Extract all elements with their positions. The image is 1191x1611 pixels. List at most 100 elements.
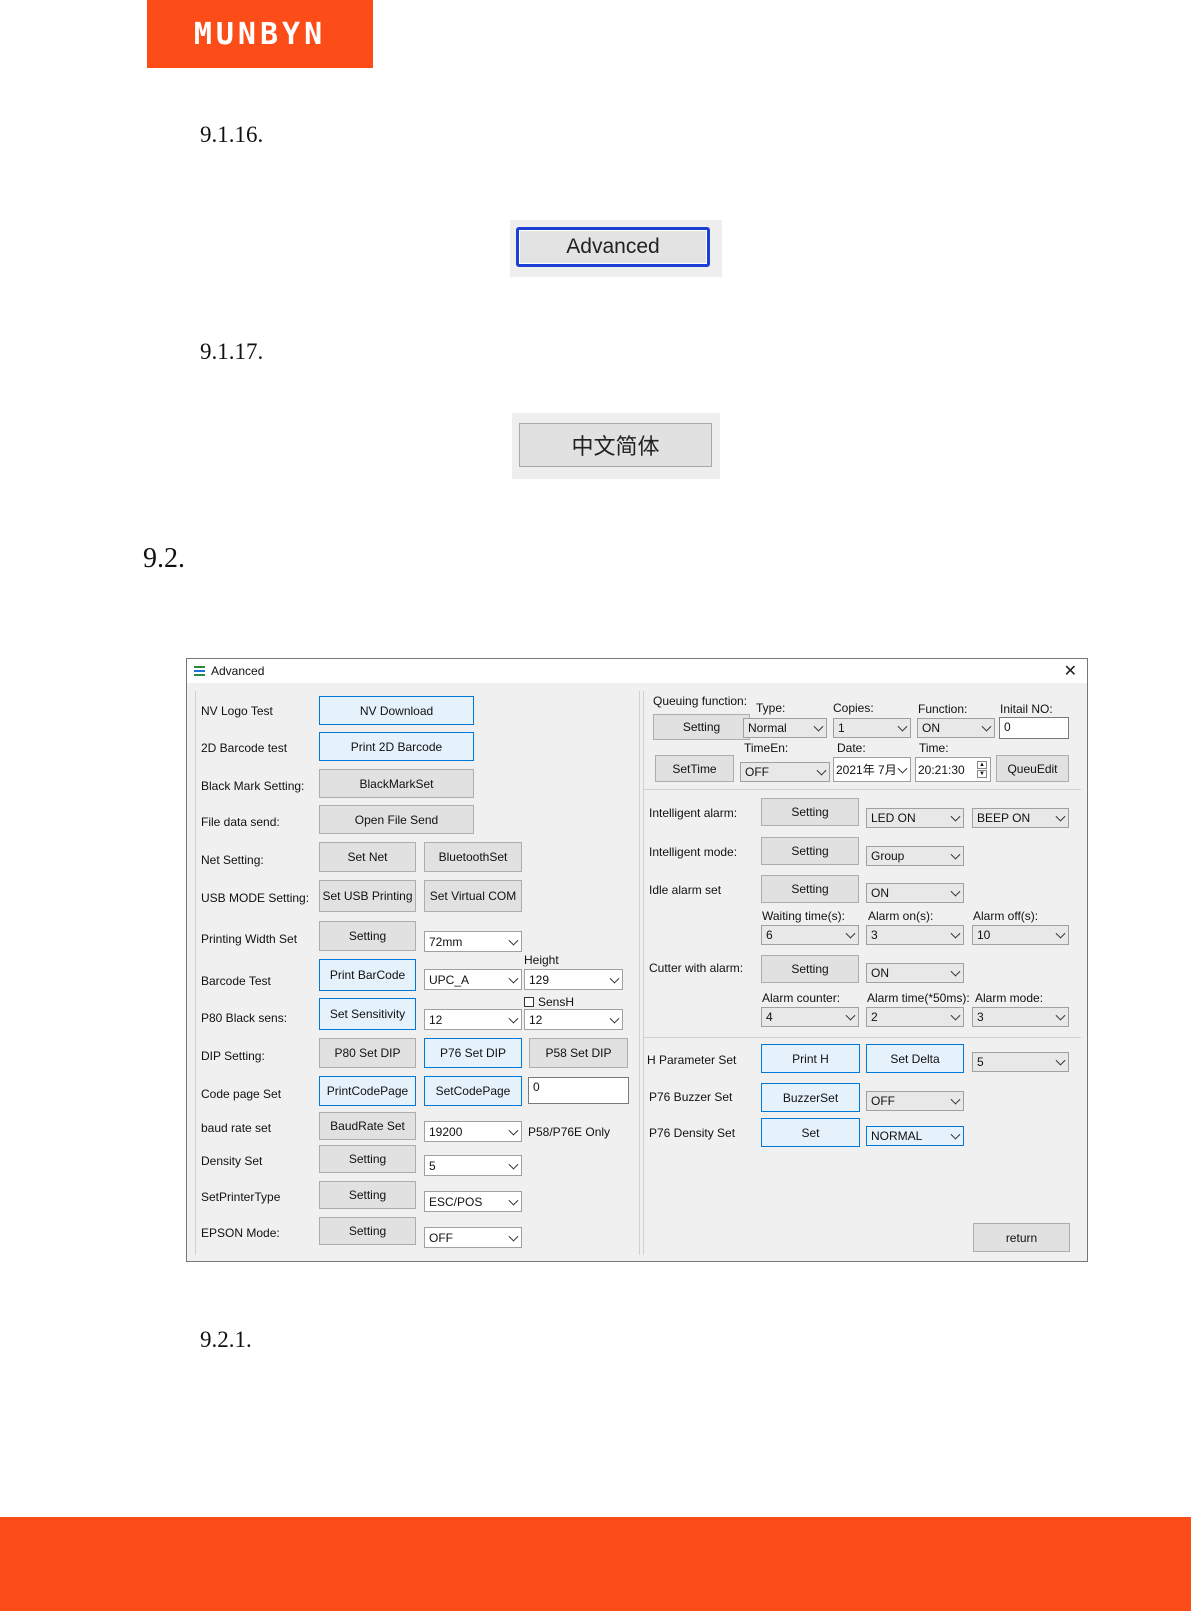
waiting-time-select[interactable]: 6 — [761, 925, 859, 945]
queu-edit-button[interactable]: QueuEdit — [996, 755, 1069, 782]
open-file-send-button[interactable]: Open File Send — [319, 805, 474, 834]
time-label: Time: — [919, 741, 949, 755]
nv-download-button[interactable]: NV Download — [319, 696, 474, 725]
p76-set-dip-button[interactable]: P76 Set DIP — [424, 1038, 522, 1068]
p76-density-set-button[interactable]: Set — [761, 1118, 860, 1147]
buzzer-select[interactable]: OFF — [866, 1091, 964, 1111]
chevron-down-icon — [1055, 1055, 1066, 1066]
alarm-off-select[interactable]: 10 — [972, 925, 1069, 945]
barcode-type-select[interactable]: UPC_A — [424, 969, 522, 990]
sensh-label: SensH — [538, 995, 575, 1009]
epson-setting-button[interactable]: Setting — [319, 1217, 416, 1245]
chevron-down-icon — [508, 1125, 519, 1136]
chinese-simplified-button[interactable]: 中文简体 — [519, 423, 712, 467]
copies-select[interactable]: 1 — [833, 718, 911, 738]
print-2d-barcode-button[interactable]: Print 2D Barcode — [319, 732, 474, 761]
idle-alarm-setting-button[interactable]: Setting — [761, 875, 859, 903]
chinese-button-screenshot: 中文简体 — [512, 413, 720, 479]
density-select[interactable]: 5 — [424, 1155, 522, 1176]
alarm-time-value: 2 — [871, 1010, 878, 1024]
baud-rate-value: 19200 — [429, 1124, 463, 1139]
time-en-select[interactable]: OFF — [740, 762, 830, 782]
cutter-setting-button[interactable]: Setting — [761, 955, 859, 983]
alarm-mode-select[interactable]: 3 — [972, 1007, 1069, 1027]
function-select[interactable]: ON — [917, 718, 995, 738]
led-select[interactable]: LED ON — [866, 808, 964, 828]
alarm-time-select[interactable]: 2 — [866, 1007, 964, 1027]
sensh-select[interactable]: 12 — [524, 1009, 623, 1030]
chevron-down-icon — [950, 966, 961, 977]
set-virtual-com-button[interactable]: Set Virtual COM — [424, 880, 522, 912]
chevron-down-icon — [1055, 1010, 1066, 1021]
black-mark-set-button[interactable]: BlackMarkSet — [319, 769, 474, 798]
copies-label: Copies: — [833, 701, 874, 715]
print-h-button[interactable]: Print H — [761, 1044, 860, 1073]
chevron-down-icon — [508, 935, 519, 946]
idle-select[interactable]: ON — [866, 883, 964, 903]
advanced-button[interactable]: Advanced — [516, 227, 710, 267]
advanced-button-screenshot: Advanced — [510, 220, 722, 277]
queuing-setting-button[interactable]: Setting — [653, 714, 750, 740]
set-usb-printing-button[interactable]: Set USB Printing — [319, 880, 416, 912]
baud-rate-select[interactable]: 19200 — [424, 1121, 522, 1142]
set-sensitivity-button[interactable]: Set Sensitivity — [319, 998, 416, 1030]
sensitivity-select[interactable]: 12 — [424, 1009, 522, 1030]
return-button[interactable]: return — [973, 1223, 1070, 1252]
epson-mode-label: EPSON Mode: — [201, 1226, 280, 1240]
p80-set-dip-button[interactable]: P80 Set DIP — [319, 1038, 416, 1068]
p76-density-select[interactable]: NORMAL — [866, 1126, 964, 1146]
density-setting-button[interactable]: Setting — [319, 1145, 416, 1173]
chevron-down-icon — [950, 886, 961, 897]
mode-select[interactable]: Group — [866, 846, 964, 866]
alarm-counter-select[interactable]: 4 — [761, 1007, 859, 1027]
nv-logo-label: NV Logo Test — [201, 704, 273, 718]
spin-up-icon[interactable]: ▲ — [977, 761, 987, 769]
chevron-down-icon — [816, 765, 827, 776]
alarm-counter-value: 4 — [766, 1010, 773, 1024]
intelligent-mode-setting-button[interactable]: Setting — [761, 837, 859, 865]
printing-width-setting-button[interactable]: Setting — [319, 921, 416, 951]
set-net-button[interactable]: Set Net — [319, 842, 416, 872]
intelligent-alarm-setting-button[interactable]: Setting — [761, 798, 859, 826]
set-time-button[interactable]: SetTime — [655, 755, 734, 782]
height-value: 129 — [529, 972, 550, 987]
alarm-off-value: 10 — [977, 928, 991, 942]
printer-type-value: ESC/POS — [429, 1194, 483, 1209]
footer-band — [0, 1517, 1191, 1611]
h-value-select[interactable]: 5 — [972, 1052, 1069, 1072]
barcode-type-value: UPC_A — [429, 972, 470, 987]
buzzer-set-button[interactable]: BuzzerSet — [761, 1083, 860, 1112]
spin-down-icon[interactable]: ▼ — [977, 770, 987, 778]
beep-select[interactable]: BEEP ON — [972, 808, 1069, 828]
set-code-page-button[interactable]: SetCodePage — [424, 1076, 522, 1106]
queuing-function-label: Queuing function: — [653, 694, 748, 708]
code-page-input[interactable]: 0 — [528, 1077, 629, 1104]
cutter-select[interactable]: ON — [866, 963, 964, 983]
close-icon[interactable]: ✕ — [1064, 661, 1077, 681]
type-select[interactable]: Normal — [743, 718, 827, 738]
printer-type-setting-button[interactable]: Setting — [319, 1181, 416, 1209]
h-parameter-label: H Parameter Set — [647, 1053, 737, 1067]
set-delta-button[interactable]: Set Delta — [866, 1044, 964, 1073]
alarm-on-select[interactable]: 3 — [866, 925, 964, 945]
baud-rate-set-button[interactable]: BaudRate Set — [319, 1112, 416, 1140]
height-select[interactable]: 129 — [524, 969, 623, 990]
time-picker[interactable]: 20:21:30 ▲ ▼ — [915, 757, 991, 782]
printing-width-select[interactable]: 72mm — [424, 931, 522, 952]
chevron-down-icon — [950, 1129, 961, 1140]
print-barcode-button[interactable]: Print BarCode — [319, 959, 416, 991]
chevron-down-icon — [981, 721, 992, 732]
printer-type-label: SetPrinterType — [201, 1190, 281, 1204]
date-value: 2021年 7月 — [836, 763, 897, 777]
date-picker[interactable]: 2021年 7月 — [833, 757, 911, 782]
epson-select[interactable]: OFF — [424, 1227, 522, 1248]
time-en-label: TimeEn: — [744, 741, 789, 755]
sensh-checkbox[interactable] — [524, 997, 534, 1007]
print-code-page-button[interactable]: PrintCodePage — [319, 1076, 416, 1106]
initial-no-input[interactable]: 0 — [999, 717, 1069, 739]
p58-set-dip-button[interactable]: P58 Set DIP — [529, 1038, 628, 1068]
printer-type-select[interactable]: ESC/POS — [424, 1191, 522, 1212]
chevron-down-icon — [508, 1231, 519, 1242]
function-label: Function: — [918, 702, 968, 716]
bluetooth-set-button[interactable]: BluetoothSet — [424, 842, 522, 872]
